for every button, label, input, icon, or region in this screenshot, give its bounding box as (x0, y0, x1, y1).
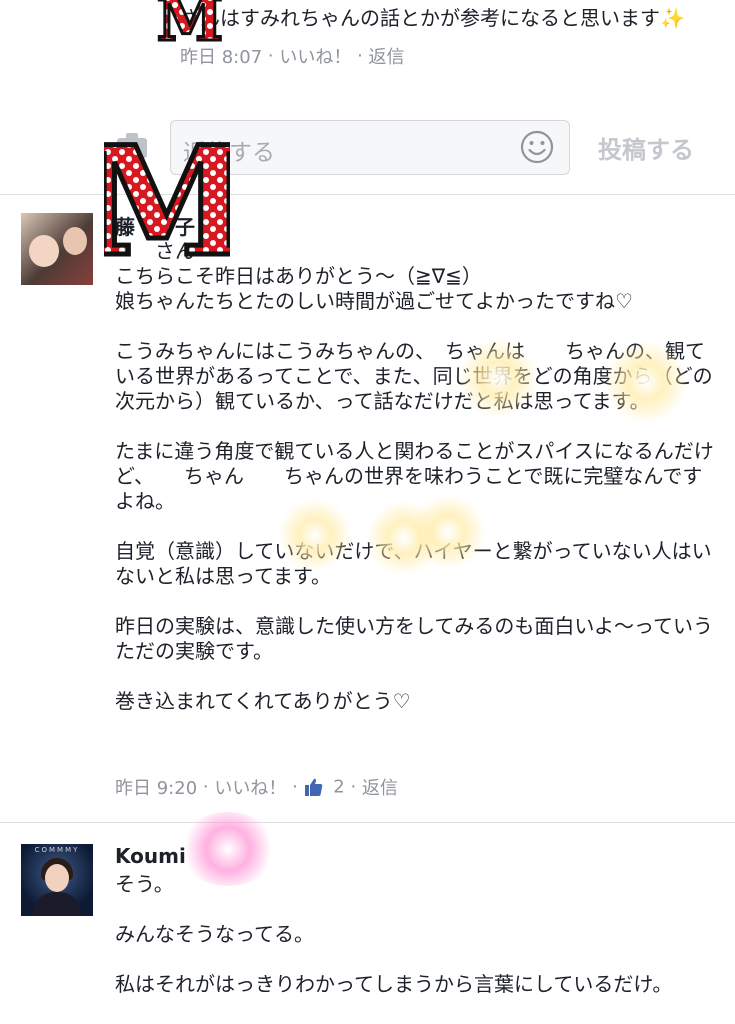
top-reply-like-link[interactable]: いいね！ (279, 47, 351, 68)
sparkle-sticker (604, 340, 688, 424)
top-reply: さんはすみれちゃんの話とかが参考になると思います✨ 昨日 8:07 · いいね！… (180, 6, 730, 69)
reply-input[interactable]: 返信する (170, 120, 570, 175)
divider (0, 822, 735, 823)
top-reply-reply-link[interactable]: 返信 (369, 47, 405, 68)
avatar-label: COMMMY (34, 846, 80, 854)
top-reply-meta: 昨日 8:07 · いいね！ · 返信 (180, 45, 405, 69)
comment-reply-link[interactable]: 返信 (362, 778, 398, 799)
post-button[interactable]: 投稿する (598, 130, 694, 165)
sparkle-sticker (178, 812, 278, 886)
smiley-icon[interactable] (519, 129, 555, 165)
m-sticker-small: M (155, 0, 224, 46)
sparkle-sticker (410, 494, 486, 570)
sparkle-sticker (278, 498, 352, 572)
svg-text:M: M (157, 0, 223, 46)
comment-like-count: 2 (333, 776, 345, 798)
avatar[interactable]: COMMMY (21, 844, 93, 916)
sparkle-sticker (458, 338, 538, 418)
thumbs-up-icon (304, 778, 322, 796)
comment-like-link[interactable]: いいね！ (214, 778, 286, 799)
comment-meta: 昨日 9:20 · いいね！ · 2 · 返信 (115, 776, 398, 800)
top-reply-time: 昨日 8:07 (180, 47, 263, 68)
top-reply-text: さんはすみれちゃんの話とかが参考になると思います✨ (180, 6, 685, 30)
comment-text: さん こちらこそ昨日はありがとう〜（≧∇≦） 娘ちゃんたちとたのしい時間が過ごせ… (115, 239, 714, 713)
svg-text:M: M (104, 134, 230, 264)
avatar[interactable] (21, 213, 93, 285)
comment-time: 昨日 9:20 (115, 778, 198, 799)
comment-text: そう。 みんなそうなってる。 私はそれがはっきりわかってしまうから言葉にしている… (115, 872, 673, 996)
comment-author[interactable]: Koumi (115, 844, 186, 868)
m-sticker-large: M (104, 134, 230, 264)
